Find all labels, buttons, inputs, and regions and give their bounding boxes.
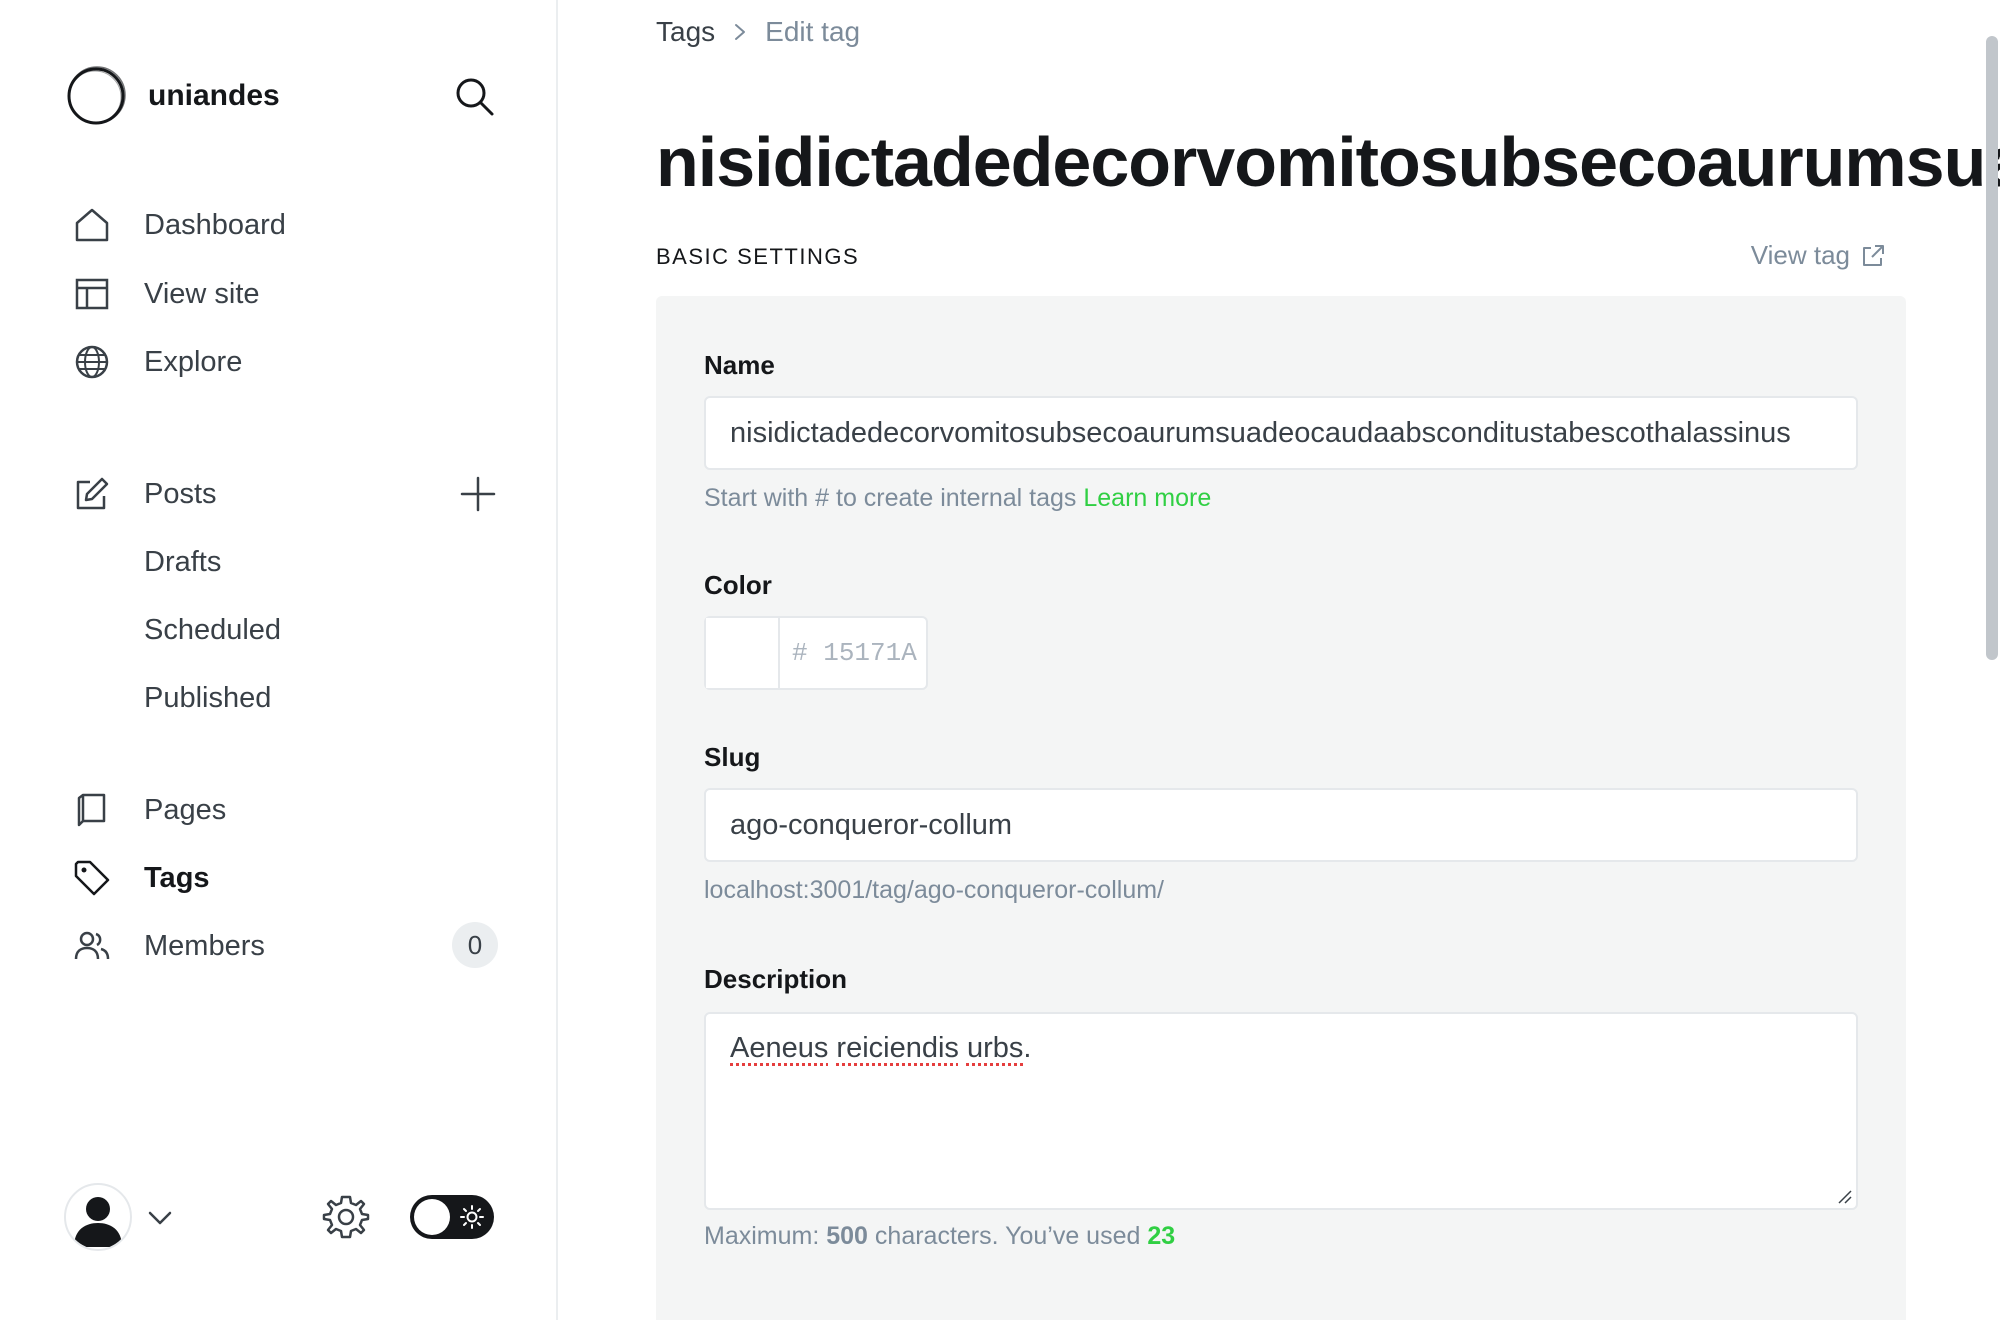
brand[interactable]: uniandes xyxy=(64,64,280,128)
slug-label: Slug xyxy=(704,742,761,772)
toggle-knob xyxy=(414,1199,450,1235)
tag-icon xyxy=(72,858,112,898)
description-word-3: urbs xyxy=(966,1032,1024,1064)
theme-toggle[interactable] xyxy=(410,1195,494,1239)
plus-icon[interactable] xyxy=(458,474,498,514)
globe-icon xyxy=(72,342,112,382)
slug-input[interactable]: ago-conqueror-collum xyxy=(704,788,1858,862)
color-hash: # xyxy=(792,638,808,668)
color-value: 15171A xyxy=(823,638,917,668)
nav-pages[interactable]: Pages xyxy=(72,782,226,838)
nav-drafts-label: Drafts xyxy=(144,545,222,578)
name-hint-text: Start with # to create internal tags xyxy=(704,484,1077,512)
nav-explore[interactable]: Explore xyxy=(72,334,242,390)
edit-icon xyxy=(72,474,112,514)
counter-prefix: Maximum: xyxy=(704,1222,820,1250)
nav-pages-label: Pages xyxy=(144,793,227,826)
slug-url: localhost:3001/tag/ago-conqueror-collum/ xyxy=(704,876,1164,904)
sun-icon xyxy=(460,1205,484,1229)
nav-view-site-label: View site xyxy=(144,277,260,310)
site-logo xyxy=(67,66,126,125)
nav-posts[interactable]: Posts xyxy=(72,466,217,522)
nav-scheduled[interactable]: Scheduled xyxy=(72,602,281,658)
color-hex-input[interactable]: # 15171A xyxy=(780,618,917,688)
view-site-icon xyxy=(72,274,112,314)
external-link-icon xyxy=(1863,244,1884,266)
nav-drafts[interactable]: Drafts xyxy=(72,534,221,590)
description-textarea[interactable]: Aeneus reiciendis urbs. xyxy=(704,1012,1858,1210)
search-icon[interactable] xyxy=(450,72,498,120)
view-tag-link[interactable]: View tag xyxy=(1751,240,1886,271)
chevron-right-icon xyxy=(735,24,746,40)
pages-icon xyxy=(72,790,112,830)
nav-tags[interactable]: Tags xyxy=(72,850,210,906)
name-label: Name xyxy=(704,350,775,380)
main-content: Tags Edit tag nisidictadedecorvomitosubs… xyxy=(558,0,2000,1320)
nav-explore-label: Explore xyxy=(144,345,243,378)
nav-posts-label: Posts xyxy=(144,477,217,510)
nav-scheduled-label: Scheduled xyxy=(144,613,282,646)
description-word-1: Aeneus xyxy=(730,1032,829,1064)
counter-max: 500 xyxy=(826,1222,868,1250)
color-label: Color xyxy=(704,570,772,600)
home-icon xyxy=(72,205,112,245)
nav-members[interactable]: Members xyxy=(72,918,265,974)
nav-members-label: Members xyxy=(144,929,265,962)
description-word-2: reiciendis xyxy=(836,1032,959,1064)
nav-tags-label: Tags xyxy=(144,861,210,894)
name-hint: Start with # to create internal tags Lea… xyxy=(704,484,1211,513)
members-icon xyxy=(72,926,112,966)
name-input[interactable]: nisidictadedecorvomitosubsecoaurumsuadeo… xyxy=(704,396,1858,470)
breadcrumb-current: Edit tag xyxy=(765,16,861,47)
learn-more-link[interactable]: Learn more xyxy=(1083,484,1211,512)
section-title: BASIC SETTINGS xyxy=(656,244,860,269)
avatar-icon xyxy=(74,1197,122,1247)
sidebar: uniandes Dashboard View site Explore Pos… xyxy=(0,0,558,1320)
nav-view-site[interactable]: View site xyxy=(72,266,260,322)
counter-used: 23 xyxy=(1147,1222,1176,1250)
avatar[interactable] xyxy=(64,1183,132,1251)
page-title: nisidictadedecorvomitosubsecoaurumsuadeo… xyxy=(656,122,2000,201)
view-tag-label: View tag xyxy=(1750,240,1850,270)
description-counter: Maximum: 500 characters. You’ve used 23 xyxy=(704,1222,1175,1251)
gear-icon[interactable] xyxy=(322,1193,370,1241)
nav-published-label: Published xyxy=(144,681,272,714)
nav-published[interactable]: Published xyxy=(72,670,271,726)
basic-settings-panel: Name nisidictadedecorvomitosubsecoaurums… xyxy=(656,296,1906,1320)
nav-dashboard-label: Dashboard xyxy=(144,208,286,241)
page-scrollbar[interactable] xyxy=(1986,36,1998,660)
color-swatch[interactable] xyxy=(706,618,780,688)
resize-handle-icon[interactable] xyxy=(1836,1188,1852,1204)
members-count-badge: 0 xyxy=(452,922,498,968)
description-period: . xyxy=(1023,1032,1032,1064)
counter-middle: characters. You’ve used xyxy=(874,1222,1141,1250)
breadcrumb-tags-link[interactable]: Tags xyxy=(656,16,715,48)
site-name: uniandes xyxy=(148,79,280,112)
breadcrumb: Tags Edit tag xyxy=(656,16,860,48)
description-label: Description xyxy=(704,964,848,994)
chevron-down-icon[interactable] xyxy=(146,1204,174,1232)
nav-dashboard[interactable]: Dashboard xyxy=(72,197,286,253)
color-picker[interactable]: # 15171A xyxy=(704,616,928,690)
